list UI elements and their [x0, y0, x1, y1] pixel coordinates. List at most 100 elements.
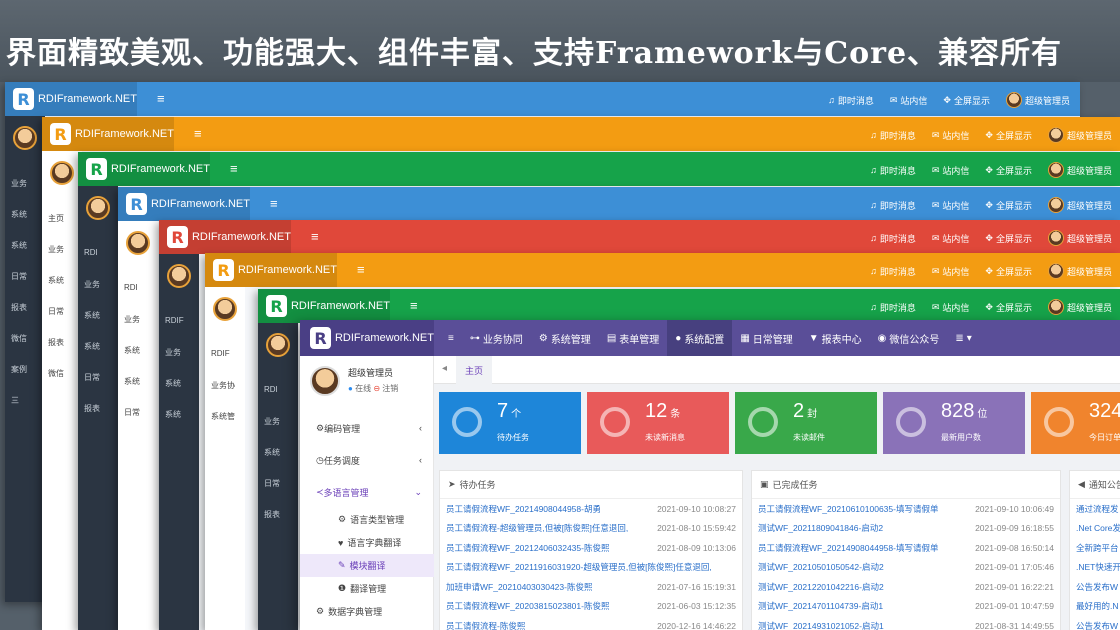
list-item[interactable]: 全新跨平台 [1070, 538, 1120, 558]
sidebar-item[interactable]: 业务 [48, 244, 64, 255]
sidebar-item[interactable]: ⚙ 编码管理 ‹ [300, 412, 434, 444]
menu-4[interactable]: ● 系统配置 [667, 320, 733, 356]
list-item-title[interactable]: 员工请假流程WF_20212406032435-陈俊熙 [446, 542, 609, 554]
sidebar-item[interactable]: 日常 [48, 306, 64, 317]
sidebar-item[interactable]: 日常 [11, 271, 27, 282]
list-item[interactable]: 通过流程发 [1070, 499, 1120, 519]
menu-toggle-icon[interactable]: ≡ [410, 298, 418, 313]
list-item-title[interactable]: 员工请假流程-超级管理员,但被[陈俊熙]任意退回, [446, 522, 628, 534]
preview-logo[interactable]: R RDIFramework.NET [42, 117, 174, 151]
list-item-title[interactable]: .NET快速开 [1076, 561, 1120, 573]
tab-home[interactable]: 主页 [456, 356, 492, 384]
instant-message-link[interactable]: ♫ 即时消息 [870, 162, 916, 178]
user-menu[interactable]: 超级管理员 [1047, 197, 1112, 213]
preview-logo[interactable]: R RDIFramework.NET [78, 152, 210, 186]
list-item[interactable]: 公告发布W [1070, 577, 1120, 597]
sidebar-item[interactable]: RDI [124, 283, 138, 292]
menu-toggle-icon[interactable]: ≡ [194, 126, 202, 141]
sidebar-item[interactable]: 报表 [84, 403, 100, 414]
list-item[interactable]: 加班申请WF_20210403030423-陈俊熙 2021-07-16 15:1… [440, 577, 742, 597]
sub-nav-item[interactable]: ⚙ 语言类型管理 [300, 508, 434, 531]
menu-toggle-icon[interactable]: ≡ [230, 161, 238, 176]
list-item-title[interactable]: 通过流程发 [1076, 503, 1119, 515]
menu-toggle[interactable]: ≣ ▾ [947, 320, 979, 356]
sidebar-item[interactable]: 报表 [264, 509, 280, 520]
inbox-link[interactable]: ✉ 站内信 [932, 127, 970, 143]
sub-nav-item[interactable]: ♥ 语言字典翻译 [300, 531, 434, 554]
instant-message-link[interactable]: ♫ 即时消息 [870, 299, 916, 315]
list-item-title[interactable]: 员工请假流程WF_20214908044958-胡勇 [446, 503, 601, 515]
user-menu[interactable]: 超级管理员 [1005, 92, 1070, 108]
preview-logo[interactable]: R RDIFramework.NET [159, 220, 291, 254]
sidebar-item[interactable]: 系统 [165, 378, 181, 389]
stat-card[interactable]: 324 今日订单 [1031, 392, 1120, 454]
sidebar-item[interactable]: 系统 [264, 447, 280, 458]
list-item-title[interactable]: 全新跨平台 [1076, 542, 1119, 554]
sidebar-item[interactable]: ◷ 任务调度 ‹ [300, 444, 434, 476]
list-item[interactable]: 公告发布W [1070, 616, 1120, 630]
menu-toggle-icon[interactable]: ≡ [311, 229, 319, 244]
fullscreen-link[interactable]: ✥ 全屏显示 [943, 92, 990, 108]
preview-logo[interactable]: R RDIFramework.NET [205, 253, 337, 287]
list-item-title[interactable]: 公告发布W [1076, 620, 1118, 630]
list-item[interactable]: 员工请假流程-陈俊熙 2020-12-16 14:46:22 [440, 616, 742, 630]
app-logo[interactable]: R RDIFramework.NET [300, 320, 434, 356]
inbox-link[interactable]: ✉ 站内信 [932, 299, 970, 315]
user-menu[interactable]: 超级管理员 [1047, 127, 1112, 143]
list-item-title[interactable]: 测试WF_20212201042216-启动2 [758, 581, 884, 593]
sidebar-item[interactable]: 业务 [124, 314, 140, 325]
sidebar-item[interactable]: RDI [264, 385, 278, 394]
sidebar-item[interactable]: 微信 [11, 333, 27, 344]
menu-5[interactable]: ▦ 日常管理 [732, 320, 800, 356]
stat-card[interactable]: 828 位最新用户数 [883, 392, 1025, 454]
list-item[interactable]: 测试WF_20210501050542-启动2 2021-09-01 17:05:… [752, 558, 1060, 578]
sidebar-item[interactable]: 系统 [124, 376, 140, 387]
user-menu[interactable]: 超级管理员 [1047, 299, 1112, 315]
list-item-title[interactable]: 最好用的.N [1076, 600, 1119, 612]
list-item-title[interactable]: 加班申请WF_20210403030423-陈俊熙 [446, 581, 592, 593]
menu-toggle[interactable]: ≡ [440, 320, 462, 356]
sidebar-item[interactable]: 系统 [124, 345, 140, 356]
sidebar-item[interactable]: 系统管 [211, 411, 235, 422]
fullscreen-link[interactable]: ✥ 全屏显示 [985, 230, 1032, 246]
list-item[interactable]: 测试WF_20214931021052-启动1 2021-08-31 14:49:… [752, 616, 1060, 630]
sidebar-item[interactable]: ≺ 多语言管理 ⌄ [300, 476, 434, 508]
list-item-title[interactable]: .Net Core发 [1076, 522, 1120, 534]
instant-message-link[interactable]: ♫ 即时消息 [870, 263, 916, 279]
inbox-link[interactable]: ✉ 站内信 [932, 230, 970, 246]
list-item[interactable]: 员工请假流程WF_20214908044958-胡勇 2021-09-10 10:… [440, 499, 742, 519]
list-item-title[interactable]: 公告发布W [1076, 581, 1118, 593]
sidebar-item[interactable]: 系统 [11, 240, 27, 251]
list-item[interactable]: 员工请假流程WF_20210610100635-填写请假单 2021-09-10 … [752, 499, 1060, 519]
sidebar-item[interactable]: 业务 [264, 416, 280, 427]
list-item[interactable]: 测试WF_20211809041846-启动2 2021-09-09 16:18:… [752, 519, 1060, 539]
sidebar-item[interactable]: 业务 [165, 347, 181, 358]
instant-message-link[interactable]: ♫ 即时消息 [828, 92, 874, 108]
fullscreen-link[interactable]: ✥ 全屏显示 [985, 299, 1032, 315]
instant-message-link[interactable]: ♫ 即时消息 [870, 197, 916, 213]
list-item-title[interactable]: 员工请假流程-陈俊熙 [446, 620, 525, 630]
stat-card[interactable]: 7 个待办任务 [439, 392, 581, 454]
logout-link[interactable]: 注销 [382, 384, 398, 393]
list-item-title[interactable]: 测试WF_20214931021052-启动1 [758, 620, 884, 630]
list-item[interactable]: 测试WF_20212201042216-启动2 2021-09-01 16:22:… [752, 577, 1060, 597]
stat-card[interactable]: 12 条未读新消息 [587, 392, 729, 454]
sidebar-item[interactable]: 日常 [84, 372, 100, 383]
sidebar-item[interactable]: 系统 [48, 275, 64, 286]
preview-logo[interactable]: R RDIFramework.NET [118, 187, 250, 221]
menu-2[interactable]: ⚙ 系统管理 [531, 320, 599, 356]
fullscreen-link[interactable]: ✥ 全屏显示 [985, 162, 1032, 178]
sidebar-item[interactable]: 系统 [11, 209, 27, 220]
sidebar-item[interactable]: 微信 [48, 368, 64, 379]
preview-logo[interactable]: R RDIFramework.NET [258, 289, 390, 323]
sidebar-item[interactable]: 主页 [48, 213, 64, 224]
sidebar-item[interactable]: 系统 [84, 310, 100, 321]
menu-toggle-icon[interactable]: ≡ [357, 262, 365, 277]
sidebar-item[interactable]: 业务 [11, 178, 27, 189]
list-item-title[interactable]: 测试WF_20214701104739-启动1 [758, 600, 883, 612]
menu-1[interactable]: ⊶ 业务协同 [462, 320, 531, 356]
list-item[interactable]: .NET快速开 [1070, 558, 1120, 578]
list-item-title[interactable]: 员工请假流程WF_20211916031920-超级管理员,但被[陈俊熙]任意退… [446, 561, 712, 573]
menu-toggle-icon[interactable]: ≡ [270, 196, 278, 211]
sidebar-item[interactable]: 报表 [11, 302, 27, 313]
